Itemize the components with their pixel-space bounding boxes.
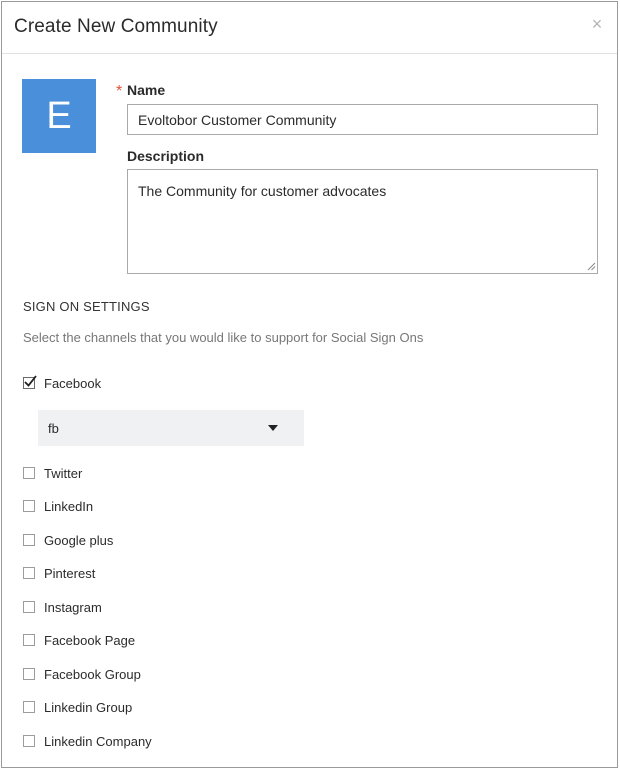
modal-header: Create New Community × xyxy=(2,2,617,54)
channel-label: LinkedIn xyxy=(44,498,94,514)
channel-label: Facebook xyxy=(44,375,102,391)
channel-google-plus[interactable]: Google plus xyxy=(23,531,113,549)
name-input[interactable] xyxy=(127,104,598,135)
channel-label: Twitter xyxy=(44,465,83,481)
select-value: fb xyxy=(48,420,59,436)
community-avatar[interactable]: E xyxy=(22,79,96,153)
channel-facebook-group[interactable]: Facebook Group xyxy=(23,665,141,683)
checkbox-linkedin-group[interactable] xyxy=(23,701,35,713)
modal-title: Create New Community xyxy=(14,16,218,37)
channel-label: Pinterest xyxy=(44,565,96,581)
channel-label: Facebook Group xyxy=(44,666,141,682)
channel-label: Linkedin Company xyxy=(44,733,152,749)
required-indicator: * xyxy=(116,83,123,100)
checkbox-twitter[interactable] xyxy=(23,467,35,479)
close-icon[interactable]: × xyxy=(589,14,605,34)
checkbox-facebook-group[interactable] xyxy=(23,668,35,680)
checkbox-linkedin[interactable] xyxy=(23,500,35,512)
checkbox-pinterest[interactable] xyxy=(23,567,35,579)
channel-linkedin[interactable]: LinkedIn xyxy=(23,497,93,515)
channel-label: Google plus xyxy=(44,532,114,548)
channel-label: Linkedin Group xyxy=(44,699,133,715)
name-label: Name xyxy=(127,82,166,98)
checkbox-facebook-page[interactable] xyxy=(23,634,35,646)
channel-linkedin-group[interactable]: Linkedin Group xyxy=(23,698,132,716)
checkbox-instagram[interactable] xyxy=(23,601,35,613)
channel-pinterest[interactable]: Pinterest xyxy=(23,564,95,582)
description-label: Description xyxy=(127,148,205,164)
checkbox-facebook[interactable] xyxy=(23,375,37,389)
channel-facebook-page[interactable]: Facebook Page xyxy=(23,631,135,649)
channel-instagram[interactable]: Instagram xyxy=(23,598,102,616)
sign-on-settings-description: Select the channels that you would like … xyxy=(23,330,424,345)
chevron-down-icon xyxy=(268,425,278,431)
channel-linkedin-company[interactable]: Linkedin Company xyxy=(23,732,152,750)
checkbox-google-plus[interactable] xyxy=(23,534,35,546)
channel-label: Facebook Page xyxy=(44,632,136,648)
checkbox-linkedin-company[interactable] xyxy=(23,735,35,747)
channel-label: Instagram xyxy=(44,599,102,615)
facebook-app-select[interactable]: fb xyxy=(38,410,304,446)
avatar-letter: E xyxy=(46,94,72,137)
sign-on-settings-heading: SIGN ON SETTINGS xyxy=(23,299,150,314)
description-textarea[interactable]: The Community for customer advocates xyxy=(127,169,598,274)
channel-facebook[interactable]: Facebook xyxy=(23,374,101,392)
checkmark-icon xyxy=(24,375,37,387)
resize-grip-icon[interactable] xyxy=(587,262,596,271)
channel-twitter[interactable]: Twitter xyxy=(23,464,82,482)
